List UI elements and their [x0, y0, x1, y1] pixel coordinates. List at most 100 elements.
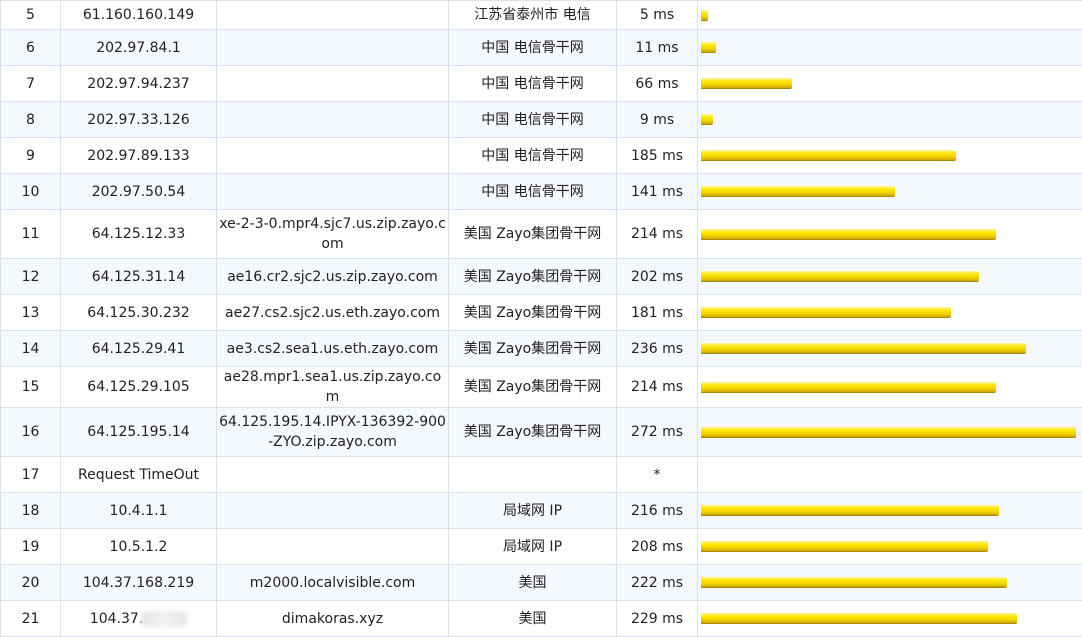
hop-row: 14 64.125.29.41 ae3.cs2.sea1.us.eth.zayo.c… — [1, 331, 1082, 367]
hop-hostname-text: ae3.cs2.sea1.us.eth.zayo.com — [219, 339, 446, 359]
hop-location: 美国 — [449, 565, 617, 601]
hop-location: 江苏省泰州市 电信 — [449, 1, 617, 30]
hop-ip: 202.97.50.54 — [61, 174, 217, 210]
redacted-ip-blur — [141, 611, 187, 627]
latency-bar — [701, 271, 979, 282]
hop-row: 1364.125.30.232ae27.cs2.sjc2.us.eth.zayo… — [1, 295, 1082, 331]
hop-row: 21104.37.dimakoras.xyz美国229 ms — [1, 601, 1082, 637]
hop-row: 6 202.97.84.1 中国 电信骨干网11 ms — [1, 30, 1082, 66]
hop-row: 15 64.125.29.105 ae28.mpr1.sea1.us.zip.zay… — [1, 367, 1082, 408]
hop-number: 15 — [1, 367, 61, 408]
hop-ip: 104.37. — [61, 601, 217, 637]
hop-hostname: 64.125.195.14.IPYX-136392-900-ZYO.zip.za… — [217, 408, 449, 457]
latency-bar — [701, 150, 956, 161]
hop-hostname-text: ae16.cr2.sjc2.us.zip.zayo.com — [219, 267, 446, 287]
latency-bar — [701, 78, 792, 89]
hop-ip: 64.125.31.14 — [61, 259, 217, 295]
hop-location: 中国 电信骨干网 — [449, 66, 617, 102]
hop-hostname-text: m2000.localvisible.com — [219, 573, 446, 593]
hop-number: 12 — [1, 259, 61, 295]
hop-latency-bar-cell — [698, 210, 1082, 259]
hop-hostname-text: ae28.mpr1.sea1.us.zip.zayo.com — [219, 367, 446, 407]
hop-hostname — [217, 102, 449, 138]
hop-hostname: ae3.cs2.sea1.us.eth.zayo.com — [217, 331, 449, 367]
hop-hostname-text: 64.125.195.14.IPYX-136392-900-ZYO.zip.za… — [219, 412, 446, 452]
hop-latency: * — [617, 457, 698, 493]
hop-ip-text: 64.125.12.33 — [92, 226, 186, 242]
latency-bar — [701, 10, 708, 21]
hop-ip: 104.37.168.219 — [61, 565, 217, 601]
hop-hostname — [217, 30, 449, 66]
latency-bar — [701, 307, 951, 318]
hop-ip-text: 202.97.50.54 — [92, 184, 186, 200]
hop-hostname: ae28.mpr1.sea1.us.zip.zayo.com — [217, 367, 449, 408]
hop-number: 5 — [1, 1, 61, 30]
latency-bar — [701, 427, 1076, 438]
latency-bar — [701, 186, 895, 197]
traceroute-body: 561.160.160.149江苏省泰州市 电信5 ms6202.97.84.1… — [1, 1, 1082, 637]
hop-number: 10 — [1, 174, 61, 210]
hop-hostname — [217, 174, 449, 210]
hop-ip: 61.160.160.149 — [61, 1, 217, 30]
hop-hostname — [217, 529, 449, 565]
latency-bar — [701, 613, 1017, 624]
hop-number: 9 — [1, 138, 61, 174]
hop-latency-bar-cell — [698, 367, 1082, 408]
hop-ip: 202.97.84.1 — [61, 30, 217, 66]
hop-hostname: dimakoras.xyz — [217, 601, 449, 637]
hop-number: 14 — [1, 331, 61, 367]
hop-ip-text: 202.97.89.133 — [87, 148, 189, 164]
latency-bar — [701, 229, 996, 240]
hop-number: 6 — [1, 30, 61, 66]
hop-location: 美国 Zayo集团骨干网 — [449, 367, 617, 408]
hop-ip-text: 61.160.160.149 — [83, 7, 194, 23]
latency-bar — [701, 42, 716, 53]
hop-number: 7 — [1, 66, 61, 102]
hop-number: 21 — [1, 601, 61, 637]
hop-latency: 272 ms — [617, 408, 698, 457]
hop-row: 9202.97.89.133中国 电信骨干网185 ms — [1, 138, 1082, 174]
hop-latency-bar-cell — [698, 259, 1082, 295]
hop-location: 美国 Zayo集团骨干网 — [449, 408, 617, 457]
hop-latency-bar-cell — [698, 30, 1082, 66]
hop-ip-text: 104.37. — [90, 611, 143, 627]
hop-latency: 11 ms — [617, 30, 698, 66]
hop-ip-text: 202.97.84.1 — [96, 40, 181, 56]
hop-location — [449, 457, 617, 493]
hop-latency-bar-cell — [698, 331, 1082, 367]
hop-hostname-text: xe-2-3-0.mpr4.sjc7.us.zip.zayo.com — [219, 214, 446, 254]
hop-row: 8202.97.33.126中国 电信骨干网9 ms — [1, 102, 1082, 138]
hop-ip-text: 64.125.29.105 — [87, 379, 189, 395]
hop-row: 561.160.160.149江苏省泰州市 电信5 ms — [1, 1, 1082, 30]
hop-latency-bar-cell — [698, 1, 1082, 30]
hop-hostname: m2000.localvisible.com — [217, 565, 449, 601]
hop-location: 中国 电信骨干网 — [449, 138, 617, 174]
hop-ip: 64.125.29.105 — [61, 367, 217, 408]
hop-location: 中国 电信骨干网 — [449, 102, 617, 138]
hop-location: 中国 电信骨干网 — [449, 30, 617, 66]
latency-bar — [701, 114, 713, 125]
hop-hostname — [217, 138, 449, 174]
hop-number: 18 — [1, 493, 61, 529]
hop-ip: Request TimeOut — [61, 457, 217, 493]
hop-latency: 216 ms — [617, 493, 698, 529]
hop-hostname — [217, 1, 449, 30]
hop-latency: 229 ms — [617, 601, 698, 637]
hop-ip: 10.5.1.2 — [61, 529, 217, 565]
hop-row: 17Request TimeOut* — [1, 457, 1082, 493]
hop-row: 1664.125.195.1464.125.195.14.IPYX-136392… — [1, 408, 1082, 457]
hop-latency: 9 ms — [617, 102, 698, 138]
hop-row: 1910.5.1.2局域网 IP208 ms — [1, 529, 1082, 565]
hop-latency-bar-cell — [698, 66, 1082, 102]
traceroute-table: 561.160.160.149江苏省泰州市 电信5 ms6202.97.84.1… — [0, 0, 1082, 637]
hop-latency-bar-cell — [698, 295, 1082, 331]
hop-row: 7202.97.94.237中国 电信骨干网66 ms — [1, 66, 1082, 102]
hop-ip-text: 202.97.94.237 — [87, 76, 189, 92]
latency-bar — [701, 541, 988, 552]
hop-ip: 10.4.1.1 — [61, 493, 217, 529]
hop-location: 中国 电信骨干网 — [449, 174, 617, 210]
hop-hostname-text: ae27.cs2.sjc2.us.eth.zayo.com — [219, 303, 446, 323]
hop-ip-text: 64.125.29.41 — [92, 341, 186, 357]
hop-latency: 214 ms — [617, 367, 698, 408]
hop-location: 美国 Zayo集团骨干网 — [449, 331, 617, 367]
